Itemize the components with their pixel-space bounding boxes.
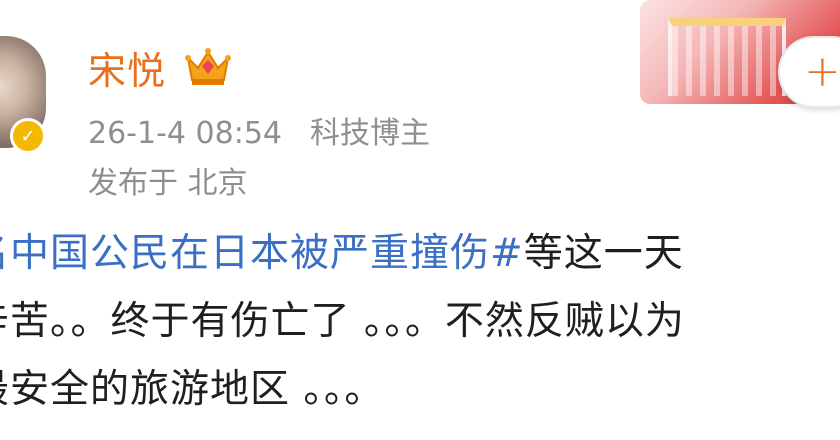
username[interactable]: 宋悦 [88,40,166,95]
post-content-line-3: 最安全的旅游地区 。。。 [0,367,385,412]
author-tag: 科技博主 [310,116,430,151]
banner-building-graphic [668,18,786,96]
follow-button[interactable]: + [778,36,840,108]
post-content-line-2: 辛苦。。终于有伤亡了 。。。不然反贼以为 [0,299,685,344]
hashtag-link[interactable]: 名中国公民在日本被严重撞伤# [0,231,524,276]
post-location: 发布于 北京 [88,166,248,201]
crown-icon [185,48,231,85]
verified-v-icon: ✓ [10,118,46,154]
post-content-line-1: 名中国公民在日本被严重撞伤#等这一天 [0,222,684,278]
post-meta: 26-1-4 08:54 科技博主 [88,108,430,152]
timestamp: 26-1-4 08:54 [88,116,282,151]
post-text: 等这一天 [523,231,684,276]
